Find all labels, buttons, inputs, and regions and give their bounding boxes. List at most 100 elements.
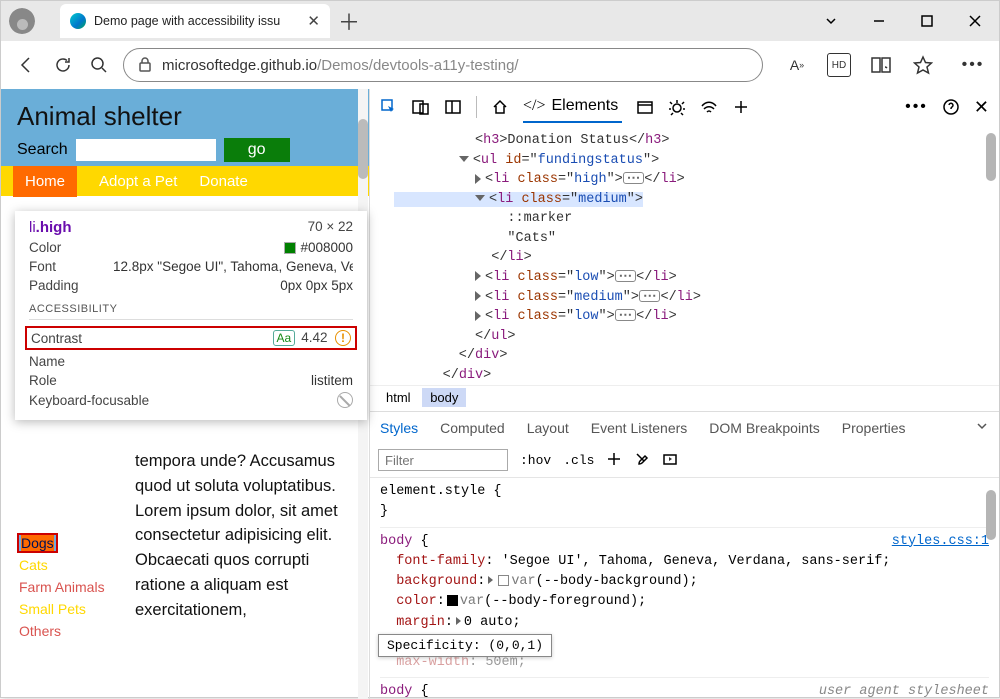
- menu-button[interactable]: •••: [961, 53, 985, 77]
- search-label: Search: [17, 141, 68, 159]
- crumb-html[interactable]: html: [378, 388, 419, 407]
- tab-computed[interactable]: Computed: [440, 420, 505, 436]
- hd-icon[interactable]: HD: [827, 53, 851, 77]
- css-line: margin:0 auto;: [380, 613, 989, 633]
- link-small[interactable]: Small Pets: [19, 601, 125, 617]
- device-toggle-icon[interactable]: [412, 98, 430, 116]
- debug-icon[interactable]: [668, 98, 686, 116]
- css-line: font-family: 'Segoe UI', Tahoma, Geneva,…: [380, 552, 989, 572]
- url-text: microsoftedge.github.io/Demos/devtools-a…: [162, 57, 748, 74]
- close-window-icon[interactable]: [951, 1, 999, 41]
- contrast-value: 4.42: [301, 330, 327, 345]
- styles-filter-row: :hov .cls: [370, 443, 999, 477]
- source-link[interactable]: styles.css:1: [892, 532, 989, 552]
- brush-icon[interactable]: [634, 451, 650, 470]
- link-cats[interactable]: Cats: [19, 557, 125, 573]
- hov-toggle[interactable]: :hov: [520, 453, 551, 468]
- link-dogs[interactable]: Dogs: [19, 535, 56, 551]
- tab-styles[interactable]: Styles: [380, 420, 418, 436]
- hover-padding-value: 0px 0px 5px: [280, 278, 353, 293]
- tab-properties[interactable]: Properties: [842, 420, 906, 436]
- hover-contrast-row: Contrast Aa4.42 !: [25, 326, 357, 350]
- nav-donate[interactable]: Donate: [199, 173, 247, 190]
- nav-home[interactable]: Home: [13, 166, 77, 197]
- rendered-page: Animal shelter Search go Home Adopt a Pe…: [1, 89, 369, 699]
- close-tab-icon[interactable]: ✕: [307, 12, 320, 30]
- chevron-down-icon[interactable]: [975, 419, 989, 436]
- tab-dom-breakpoints[interactable]: DOM Breakpoints: [709, 420, 819, 436]
- maximize-icon[interactable]: [903, 1, 951, 41]
- search-input[interactable]: [76, 139, 216, 161]
- page-title: Animal shelter: [17, 101, 353, 132]
- hover-role-value: listitem: [311, 373, 353, 388]
- css-line: body {styles.css:1: [380, 532, 989, 552]
- profile-avatar[interactable]: [9, 8, 35, 34]
- styles-tabs: Styles Computed Layout Event Listeners D…: [370, 411, 999, 443]
- page-nav: Home Adopt a Pet Donate: [1, 166, 369, 196]
- css-line: background:var(--body-background);: [380, 572, 989, 592]
- network-icon[interactable]: [700, 98, 718, 116]
- window-controls: [807, 1, 999, 41]
- lorem-text: tempora unde? Accusamus quod ut soluta v…: [125, 449, 369, 699]
- hover-selector: li.high: [29, 219, 72, 236]
- address-bar: microsoftedge.github.io/Demos/devtools-a…: [1, 41, 999, 89]
- hover-padding-label: Padding: [29, 278, 79, 293]
- home-tab-icon[interactable]: [491, 98, 509, 116]
- css-line: body {user agent stylesheet: [380, 682, 989, 699]
- reader-icon[interactable]: [869, 53, 893, 77]
- breadcrumb[interactable]: html body: [370, 385, 999, 411]
- hover-a11y-section: ACCESSIBILITY: [29, 303, 353, 315]
- hover-role-label: Role: [29, 373, 57, 388]
- plus-icon[interactable]: [606, 451, 622, 470]
- back-button[interactable]: [15, 53, 39, 77]
- hover-font-value: 12.8px "Segoe UI", Tahoma, Geneva, Verd…: [113, 259, 353, 274]
- edge-favicon: [70, 13, 86, 29]
- sidebar-toggle-icon[interactable]: [444, 98, 462, 116]
- elements-tab[interactable]: </>Elements: [523, 91, 622, 123]
- collapse-icon[interactable]: [662, 451, 678, 470]
- plus-icon[interactable]: [732, 98, 750, 116]
- search-icon[interactable]: [87, 53, 111, 77]
- css-rules-panel[interactable]: element.style { } body {styles.css:1 fon…: [370, 477, 999, 699]
- hover-color-label: Color: [29, 240, 61, 255]
- css-scrollbar[interactable]: [986, 490, 996, 540]
- dom-scrollbar[interactable]: [986, 133, 996, 181]
- read-aloud-icon[interactable]: A»: [785, 53, 809, 77]
- css-line: element.style {: [380, 482, 989, 502]
- css-line: color:var(--body-foreground);: [380, 592, 989, 612]
- cls-toggle[interactable]: .cls: [563, 453, 594, 468]
- refresh-button[interactable]: [51, 53, 75, 77]
- url-field[interactable]: microsoftedge.github.io/Demos/devtools-a…: [123, 48, 763, 82]
- new-tab-button[interactable]: ＋: [338, 5, 360, 37]
- tab-event-listeners[interactable]: Event Listeners: [591, 420, 688, 436]
- nav-adopt[interactable]: Adopt a Pet: [99, 173, 177, 190]
- styles-filter-input[interactable]: [378, 449, 508, 471]
- hover-color-value: #008000: [284, 240, 353, 255]
- help-icon[interactable]: [942, 98, 960, 116]
- minimize-icon[interactable]: [855, 1, 903, 41]
- link-others[interactable]: Others: [19, 623, 125, 639]
- devtools-close-icon[interactable]: ✕: [974, 97, 989, 118]
- inspect-element-icon[interactable]: [380, 98, 398, 116]
- category-links: Dogs Cats Farm Animals Small Pets Others: [19, 449, 125, 699]
- crumb-body[interactable]: body: [422, 388, 466, 407]
- favorite-icon[interactable]: [911, 53, 935, 77]
- element-hover-tooltip: li.high 70 × 22 Color#008000 Font12.8px …: [15, 211, 367, 420]
- titlebar: Demo page with accessibility issu ✕ ＋: [1, 1, 999, 41]
- specificity-tooltip: Specificity: (0,0,1): [378, 634, 552, 657]
- browser-tab[interactable]: Demo page with accessibility issu ✕: [60, 4, 330, 38]
- tab-title: Demo page with accessibility issu: [94, 14, 299, 28]
- contrast-aa-badge: Aa: [273, 330, 296, 346]
- chevron-down-icon[interactable]: [807, 1, 855, 41]
- go-button[interactable]: go: [224, 138, 290, 162]
- devtools-menu-icon[interactable]: •••: [905, 98, 928, 116]
- not-focusable-icon: [337, 392, 353, 408]
- app-tab-icon[interactable]: [636, 98, 654, 116]
- hover-dimensions: 70 × 22: [308, 219, 353, 236]
- devtools-panel: </>Elements ••• ✕ <h3>Donation Status</h…: [369, 89, 999, 699]
- css-line: }: [380, 502, 989, 522]
- link-farm[interactable]: Farm Animals: [19, 579, 125, 595]
- tab-layout[interactable]: Layout: [527, 420, 569, 436]
- lock-icon: [138, 56, 152, 75]
- dom-tree[interactable]: <h3>Donation Status</h3> <ul id="funding…: [370, 125, 999, 385]
